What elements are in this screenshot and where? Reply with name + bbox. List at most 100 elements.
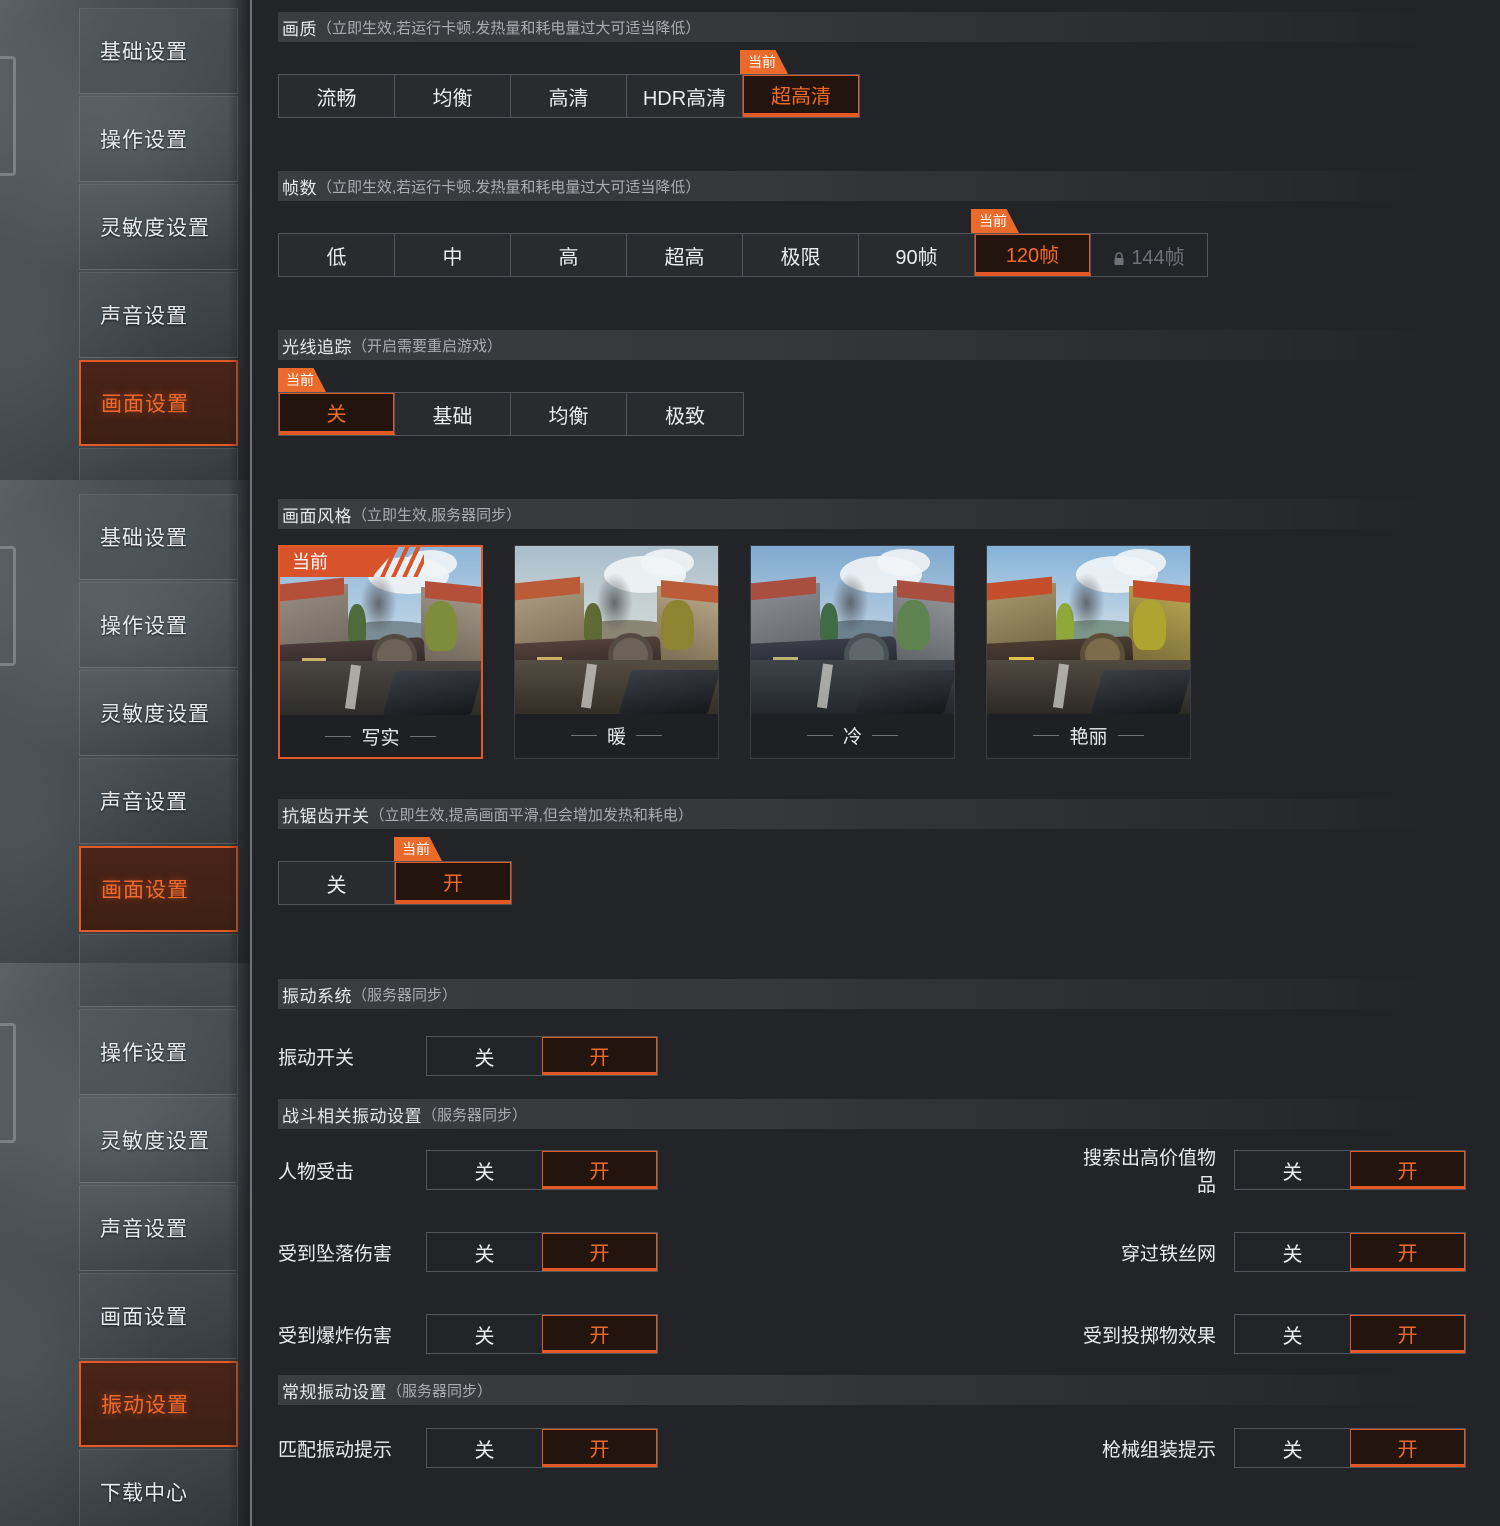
section-header-antialias: 抗锯齿开关 （立即生效,提高画面平滑,但会增加发热和耗电） [278, 799, 1440, 829]
dash-icon [1118, 735, 1144, 736]
graphics-content: 画质 （立即生效,若运行卡顿.发热量和耗电量过大可适当降低） 当前 流畅 均衡 … [252, 0, 1500, 480]
sidebar-item-label: 声音设置 [100, 300, 188, 330]
framerate-option-90fps[interactable]: 90帧 [859, 234, 975, 276]
sidebar-item-download-center[interactable]: 下载中心 [79, 1449, 238, 1526]
dash-icon [636, 735, 662, 736]
style-card-label: 写实 [361, 723, 399, 750]
sidebar-nav: 基础设置 操作设置 灵敏度设置 声音设置 画面设置 [79, 494, 238, 963]
sidebar-item-sensitivity[interactable]: 灵敏度设置 [79, 184, 238, 270]
sidebar-item-label: 灵敏度设置 [100, 212, 210, 242]
setting-label: 受到爆炸伤害 [278, 1321, 426, 1348]
toggle-on[interactable]: 开 [1350, 1151, 1465, 1189]
section-header-combat-vibration: 战斗相关振动设置 （服务器同步） [278, 1099, 1440, 1129]
raytracing-options: 关 基础 均衡 极致 [278, 392, 744, 436]
setting-row: 穿过铁丝网 关 开 [1066, 1225, 1466, 1279]
sidebar-item-graphics[interactable]: 画面设置 [79, 360, 238, 446]
toggle-on[interactable]: 开 [542, 1315, 657, 1353]
raytracing-option-basic[interactable]: 基础 [395, 393, 511, 435]
toggle-throwable-effect: 关 开 [1234, 1314, 1466, 1354]
section-note: （立即生效,若运行卡顿.发热量和耗电量过大可适当降低） [317, 17, 700, 38]
lock-icon [1113, 249, 1125, 263]
section-title: 振动系统 [282, 982, 352, 1007]
sidebar-nav: 基础设置 操作设置 灵敏度设置 声音设置 画面设置 [79, 8, 238, 480]
setting-label: 受到坠落伤害 [278, 1239, 426, 1266]
toggle-on[interactable]: 开 [542, 1233, 657, 1271]
section-title: 战斗相关振动设置 [282, 1102, 422, 1127]
sidebar-item-controls[interactable]: 操作设置 [79, 96, 238, 182]
sidebar-item-audio[interactable]: 声音设置 [79, 1185, 238, 1271]
toggle-on[interactable]: 开 [542, 1151, 657, 1189]
toggle-on[interactable]: 开 [1350, 1429, 1465, 1467]
sidebar-item-basic[interactable]: 基础设置 [79, 8, 238, 94]
sidebar-item-label: 振动设置 [101, 1389, 189, 1419]
section-header-raytracing: 光线追踪 （开启需要重启游戏） [278, 330, 1440, 360]
toggle-off[interactable]: 关 [1235, 1151, 1350, 1189]
antialias-option-on[interactable]: 开 [395, 862, 511, 904]
setting-row: 枪械组装提示 关 开 [1066, 1421, 1466, 1475]
section-header-vibration-system: 振动系统 （服务器同步） [278, 979, 1440, 1009]
toggle-off[interactable]: 关 [427, 1233, 542, 1271]
quality-option-ultra-hd[interactable]: 超高清 [743, 75, 859, 117]
sidebar-item-vibration[interactable]: 振动设置 [79, 1361, 238, 1447]
toggle-on[interactable]: 开 [1350, 1315, 1465, 1353]
toggle-off[interactable]: 关 [1235, 1429, 1350, 1467]
sidebar-item-label: 基础设置 [100, 522, 188, 552]
dash-icon [1033, 735, 1059, 736]
style-card-caption: 冷 [751, 714, 954, 756]
sidebar-item-controls[interactable]: 操作设置 [79, 1009, 238, 1095]
toggle-explosion-damage: 关 开 [426, 1314, 658, 1354]
toggle-off[interactable]: 关 [427, 1151, 542, 1189]
toggle-on[interactable]: 开 [542, 1429, 657, 1467]
dash-icon [325, 736, 351, 737]
toggle-off[interactable]: 关 [427, 1037, 542, 1075]
section-note: （服务器同步） [387, 1380, 492, 1401]
toggle-on[interactable]: 开 [1350, 1233, 1465, 1271]
sidebar-item-graphics[interactable]: 画面设置 [79, 846, 238, 932]
toggle-off[interactable]: 关 [1235, 1315, 1350, 1353]
sidebar-item-sensitivity[interactable]: 灵敏度设置 [79, 1097, 238, 1183]
framerate-option-144fps-locked: 144帧 [1091, 234, 1207, 276]
style-card-vivid[interactable]: 艳丽 [986, 545, 1191, 759]
sidebar-item-label: 画面设置 [101, 874, 189, 904]
toggle-off[interactable]: 关 [427, 1429, 542, 1467]
antialias-option-off[interactable]: 关 [279, 862, 395, 904]
setting-label: 匹配振动提示 [278, 1435, 426, 1462]
sidebar-item-controls[interactable]: 操作设置 [79, 582, 238, 668]
sidebar-item-audio[interactable]: 声音设置 [79, 272, 238, 358]
setting-label: 受到投掷物效果 [1066, 1321, 1216, 1348]
style-card-warm[interactable]: 暖 [514, 545, 719, 759]
sidebar-item-basic[interactable]: 基础设置 [79, 494, 238, 580]
section-header-general-vibration: 常规振动设置 （服务器同步） [278, 1375, 1440, 1405]
toggle-off[interactable]: 关 [427, 1315, 542, 1353]
framerate-option-120fps[interactable]: 120帧 [975, 234, 1091, 276]
framerate-option-extreme[interactable]: 极限 [743, 234, 859, 276]
style-card-list: 当前 写实 [278, 545, 1440, 759]
framerate-option-label: 144帧 [1131, 241, 1184, 270]
sidebar-item-basic[interactable] [79, 963, 238, 1007]
raytracing-option-extreme[interactable]: 极致 [627, 393, 743, 435]
sidebar-item-audio[interactable]: 声音设置 [79, 758, 238, 844]
framerate-option-medium[interactable]: 中 [395, 234, 511, 276]
raytracing-option-off[interactable]: 关 [279, 393, 395, 435]
raytracing-option-balanced[interactable]: 均衡 [511, 393, 627, 435]
quality-option-hdr-hd[interactable]: HDR高清 [627, 75, 743, 117]
sidebar-item-next[interactable] [79, 448, 238, 480]
style-thumbnail [515, 546, 718, 714]
framerate-option-high[interactable]: 高 [511, 234, 627, 276]
section-header-framerate: 帧数 （立即生效,若运行卡顿.发热量和耗电量过大可适当降低） [278, 171, 1440, 201]
framerate-option-low[interactable]: 低 [279, 234, 395, 276]
sidebar-item-sensitivity[interactable]: 灵敏度设置 [79, 670, 238, 756]
toggle-off[interactable]: 关 [1235, 1233, 1350, 1271]
section-header-quality: 画质 （立即生效,若运行卡顿.发热量和耗电量过大可适当降低） [278, 12, 1440, 42]
style-card-realistic[interactable]: 当前 写实 [278, 545, 483, 759]
combat-vibration-rows: 人物受击 关 开 受到坠落伤害 关 开 受到爆炸伤害 关 [278, 1143, 1440, 1361]
toggle-on[interactable]: 开 [542, 1037, 657, 1075]
quality-option-balanced[interactable]: 均衡 [395, 75, 511, 117]
style-card-cold[interactable]: 冷 [750, 545, 955, 759]
sidebar-item-next[interactable] [79, 934, 238, 963]
framerate-option-ultra[interactable]: 超高 [627, 234, 743, 276]
quality-option-hd[interactable]: 高清 [511, 75, 627, 117]
sidebar-item-graphics[interactable]: 画面设置 [79, 1273, 238, 1359]
style-card-caption: 艳丽 [987, 714, 1190, 756]
quality-option-smooth[interactable]: 流畅 [279, 75, 395, 117]
